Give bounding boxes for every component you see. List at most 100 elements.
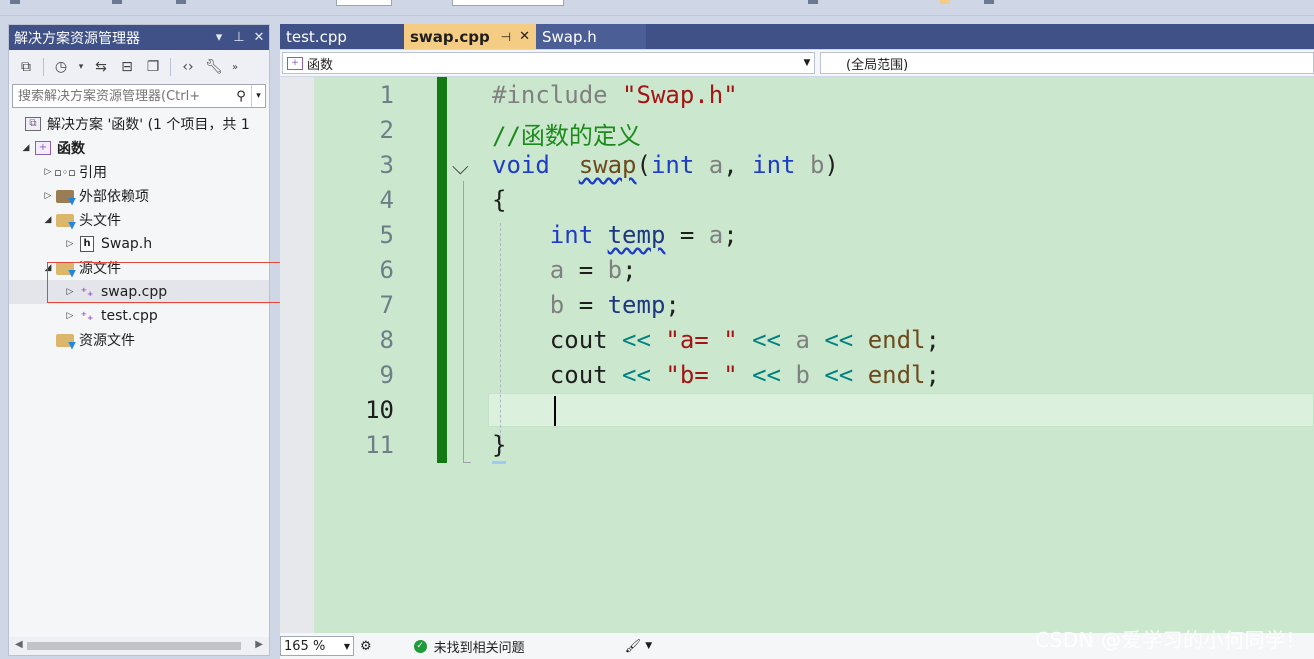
- tree-item-label: 解决方案 '函数' (1 个项目，共 1: [47, 117, 250, 133]
- tab-test-cpp[interactable]: test.cpp: [280, 24, 404, 49]
- editor-tab-strip: test.cpp swap.cpp ⊣ ✕ Swap.h: [280, 24, 1314, 49]
- scrollbar-thumb[interactable]: [27, 642, 241, 650]
- horizontal-scrollbar[interactable]: ◀ ▶: [9, 637, 269, 655]
- preprocessor-token: #include: [492, 81, 608, 109]
- code-line: #include "Swap.h": [492, 81, 738, 109]
- code-editor[interactable]: 1 2 3 4 5 6 7 8 9 10 11 ⌵ #include "Swap…: [280, 77, 1314, 633]
- chevron-down-icon[interactable]: ▼: [800, 58, 814, 68]
- collapsed-icon[interactable]: ▷: [41, 191, 55, 201]
- divider: [43, 58, 44, 76]
- panel-title: 解决方案资源管理器: [14, 30, 140, 47]
- wrench-icon[interactable]: 🔧︎: [203, 56, 225, 78]
- filter-folder-icon: [55, 260, 75, 276]
- code-cleanup-icon[interactable]: 🖌︎: [625, 639, 642, 654]
- punct-token: (: [636, 151, 651, 179]
- show-all-files-icon[interactable]: ❐: [142, 56, 164, 78]
- references-icon: ▫◦▫: [54, 165, 76, 179]
- expanded-icon[interactable]: ◢: [19, 143, 33, 153]
- expanded-icon[interactable]: ◢: [41, 215, 55, 225]
- tree-item-label: 资源文件: [79, 333, 135, 349]
- line-number: 3: [379, 151, 394, 179]
- code-line: b = temp;: [492, 291, 680, 319]
- search-input[interactable]: [13, 88, 231, 104]
- cpp-project-icon: +: [33, 140, 53, 156]
- switch-views-icon[interactable]: ⧉: [15, 56, 37, 78]
- fold-region-line: [463, 181, 464, 463]
- toolbar-icon[interactable]: [10, 0, 20, 4]
- close-icon[interactable]: ✕: [249, 30, 269, 45]
- intellicode-icon[interactable]: ⚙: [360, 639, 372, 654]
- line-number: 6: [379, 256, 394, 284]
- code-line: }: [492, 431, 506, 459]
- tree-item-resource-files[interactable]: 资源文件: [9, 328, 269, 352]
- expanded-icon[interactable]: ◢: [41, 263, 55, 273]
- tab-label: test.cpp: [286, 27, 347, 46]
- collapsed-icon[interactable]: ▷: [63, 239, 77, 249]
- scroll-left-icon[interactable]: ◀: [15, 639, 23, 650]
- cpp-file-icon: ⁺₊: [80, 285, 94, 299]
- history-icon[interactable]: ◷: [50, 56, 72, 78]
- tree-item-swap-h[interactable]: ▷ h Swap.h: [9, 232, 269, 256]
- line-number: 11: [365, 431, 394, 459]
- search-options-icon[interactable]: ▾: [251, 85, 265, 107]
- pin-icon[interactable]: ⊣: [501, 30, 511, 44]
- punct-token: =: [665, 221, 709, 249]
- header-file-icon: h: [77, 236, 97, 252]
- collapse-all-icon[interactable]: ⊟: [116, 56, 138, 78]
- punct-token: ;: [622, 256, 637, 284]
- punct-token: ;: [925, 326, 940, 354]
- overflow-icon[interactable]: »: [229, 56, 241, 78]
- filter-folder-icon: [55, 332, 75, 348]
- toolbar-combo[interactable]: [336, 0, 392, 6]
- zoom-dropdown[interactable]: 165 % ▼: [280, 636, 354, 656]
- solution-explorer-toolbar: ⧉ ◷ ▾ ⇆ ⊟ ❐ ‹› 🔧︎ »: [9, 50, 269, 84]
- line-number: 4: [379, 186, 394, 214]
- tree-item-source-files[interactable]: ◢ 源文件: [9, 256, 269, 280]
- collapsed-icon[interactable]: ▷: [63, 311, 77, 321]
- tree-item-swap-cpp[interactable]: ▷ ⁺₊ swap.cpp: [9, 280, 269, 304]
- chevron-down-icon[interactable]: ▼: [645, 641, 652, 651]
- chevron-down-icon[interactable]: ▾: [76, 56, 86, 78]
- fold-chevron-icon[interactable]: ⌵: [452, 155, 469, 180]
- code-line: a = b;: [492, 256, 637, 284]
- tab-swap-h[interactable]: Swap.h: [536, 24, 646, 49]
- tree-item-solution[interactable]: ⧉ 解决方案 '函数' (1 个项目，共 1: [9, 112, 269, 136]
- pin-icon[interactable]: ⊥: [229, 30, 249, 45]
- toolbar-icon[interactable]: [984, 0, 994, 4]
- toolbar-icon[interactable]: [112, 0, 122, 4]
- collapsed-icon[interactable]: ▷: [63, 287, 77, 297]
- search-icon[interactable]: ⚲: [231, 89, 251, 104]
- code-icon[interactable]: ‹›: [177, 56, 199, 78]
- filter-folder-icon: [55, 212, 75, 228]
- project-scope-dropdown[interactable]: + 函数 ▼: [282, 52, 815, 74]
- chevron-down-icon[interactable]: ▼: [341, 642, 353, 651]
- global-scope-dropdown[interactable]: (全局范围): [820, 52, 1314, 74]
- toolbar-icon[interactable]: [940, 0, 950, 4]
- editor-navigation-bar: + 函数 ▼ (全局范围): [280, 50, 1314, 77]
- toolbar-combo[interactable]: [452, 0, 564, 6]
- tree-item-project[interactable]: ◢ + 函数: [9, 136, 269, 160]
- operator-token: <<: [809, 361, 868, 389]
- issues-status-text[interactable]: 未找到相关问题: [434, 637, 525, 656]
- sync-icon[interactable]: ⇆: [90, 56, 112, 78]
- close-icon[interactable]: ✕: [519, 29, 530, 44]
- param-token: b: [549, 291, 565, 319]
- punct-token: ,: [723, 151, 753, 179]
- tree-item-references[interactable]: ▷ ▫◦▫ 引用: [9, 160, 269, 184]
- tree-item-label: swap.cpp: [101, 284, 168, 300]
- tree-item-header-files[interactable]: ◢ 头文件: [9, 208, 269, 232]
- tree-item-external-dependencies[interactable]: ▷ 外部依赖项: [9, 184, 269, 208]
- tab-swap-cpp[interactable]: swap.cpp ⊣ ✕: [404, 24, 536, 49]
- code-line: cout << "a= " << a << endl;: [492, 326, 940, 354]
- dropdown-icon[interactable]: ▾: [209, 30, 229, 45]
- param-token: a: [708, 151, 724, 179]
- collapsed-icon[interactable]: ▷: [41, 167, 55, 177]
- toolbar-icon[interactable]: [176, 0, 186, 4]
- param-token: a: [708, 221, 724, 249]
- line-number: 5: [379, 221, 394, 249]
- tree-item-label: test.cpp: [101, 308, 158, 324]
- toolbar-icon[interactable]: [808, 0, 818, 4]
- tree-item-test-cpp[interactable]: ▷ ⁺₊ test.cpp: [9, 304, 269, 328]
- line-number: 8: [379, 326, 394, 354]
- scroll-right-icon[interactable]: ▶: [255, 639, 263, 650]
